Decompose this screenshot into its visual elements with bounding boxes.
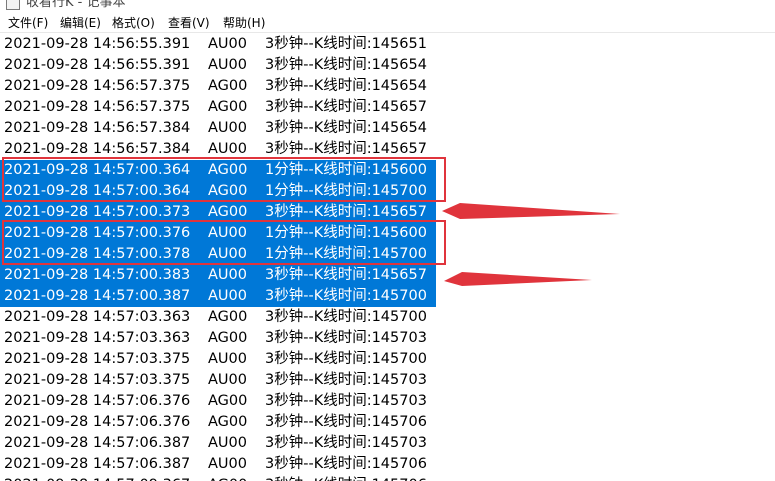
line-date: 2021-09-28 14:57:00.387 — [4, 288, 191, 304]
line-date: 2021-09-28 14:57:06.387 — [4, 456, 191, 472]
text-line[interactable]: 2021-09-28 14:57:03.363 AG00 3秒钟--K线时间:145… — [0, 328, 775, 349]
line-message: 3秒钟--K线时间:145654 — [265, 57, 427, 73]
line-symbol: AU00 — [208, 435, 247, 451]
text-line[interactable]: 2021-09-28 14:57:03.363 AG00 3秒钟--K线时间:145… — [0, 307, 775, 328]
line-message: 3秒钟--K线时间:145706 — [265, 414, 427, 430]
text-line[interactable]: 2021-09-28 14:57:06.387 AU00 3秒钟--K线时间:145… — [0, 454, 775, 475]
text-line[interactable]: 2021-09-28 14:57:06.376 AG00 3秒钟--K线时间:145… — [0, 412, 775, 433]
line-message: 3秒钟--K线时间:145700 — [265, 309, 427, 325]
line-date: 2021-09-28 14:56:57.384 — [4, 120, 191, 136]
line-symbol: AU00 — [208, 372, 247, 388]
text-line[interactable]: 2021-09-28 14:57:06.376 AG00 3秒钟--K线时间:145… — [0, 391, 775, 412]
line-symbol: AU00 — [208, 456, 247, 472]
text-line[interactable]: 2021-09-28 14:57:00.364 AG00 1分钟--K线时间:145… — [0, 181, 436, 202]
line-message: 3秒钟--K线时间:145706 — [265, 475, 427, 481]
line-symbol: AG00 — [208, 204, 248, 220]
line-date: 2021-09-28 14:57:06.387 — [4, 435, 191, 451]
line-symbol: AU00 — [208, 246, 247, 262]
text-line[interactable]: 2021-09-28 14:57:03.375 AU00 3秒钟--K线时间:145… — [0, 370, 775, 391]
line-date: 2021-09-28 14:57:00.364 — [4, 183, 191, 199]
line-symbol: AU00 — [208, 120, 247, 136]
line-message: 3秒钟--K线时间:145654 — [265, 78, 427, 94]
line-date: 2021-09-28 14:56:57.384 — [4, 141, 191, 157]
text-line[interactable]: 2021-09-28 14:57:00.378 AU00 1分钟--K线时间:145… — [0, 244, 436, 265]
text-line[interactable]: 2021-09-28 14:56:57.375 AG00 3秒钟--K线时间:145… — [0, 76, 775, 97]
line-message: 3秒钟--K线时间:145654 — [265, 120, 427, 136]
line-message: 3秒钟--K线时间:145657 — [265, 99, 427, 115]
menu-format[interactable]: 格式(O) — [112, 14, 155, 31]
line-date: 2021-09-28 14:56:57.375 — [4, 78, 191, 94]
line-message: 3秒钟--K线时间:145703 — [265, 393, 427, 409]
line-date: 2021-09-28 14:57:00.373 — [4, 204, 191, 220]
line-date: 2021-09-28 14:57:00.364 — [4, 162, 191, 178]
line-date: 2021-09-28 14:56:55.391 — [4, 57, 191, 73]
line-message: 1分钟--K线时间:145600 — [265, 225, 427, 241]
line-symbol: AG00 — [208, 78, 248, 94]
menu-help[interactable]: 帮助(H) — [223, 14, 265, 31]
line-message: 3秒钟--K线时间:145703 — [265, 330, 427, 346]
title-bar: 收看行K - 记事本 — [0, 0, 775, 11]
text-line[interactable]: 2021-09-28 14:57:06.387 AU00 3秒钟--K线时间:145… — [0, 433, 775, 454]
line-message: 3秒钟--K线时间:145651 — [265, 36, 427, 52]
text-line[interactable]: 2021-09-28 14:57:00.383 AU00 3秒钟--K线时间:145… — [0, 265, 436, 286]
line-symbol: AG00 — [208, 393, 248, 409]
line-message: 1分钟--K线时间:145600 — [265, 162, 427, 178]
line-symbol: AG00 — [208, 330, 248, 346]
menu-view[interactable]: 查看(V) — [168, 14, 210, 31]
line-date: 2021-09-28 14:57:03.375 — [4, 372, 191, 388]
window-title: 收看行K - 记事本 — [26, 0, 126, 10]
text-line[interactable]: 2021-09-28 14:56:57.375 AG00 3秒钟--K线时间:145… — [0, 97, 775, 118]
line-symbol: AG00 — [208, 414, 248, 430]
line-message: 1分钟--K线时间:145700 — [265, 246, 427, 262]
line-message: 1分钟--K线时间:145700 — [265, 183, 427, 199]
line-symbol: AG00 — [208, 99, 248, 115]
line-message: 3秒钟--K线时间:145657 — [265, 267, 427, 283]
line-symbol: AU00 — [208, 57, 247, 73]
line-date: 2021-09-28 14:57:06.376 — [4, 393, 191, 409]
line-message: 3秒钟--K线时间:145703 — [265, 372, 427, 388]
text-line[interactable]: 2021-09-28 14:56:55.391 AU00 3秒钟--K线时间:145… — [0, 34, 775, 55]
line-symbol: AU00 — [208, 225, 247, 241]
line-date: 2021-09-28 14:57:00.383 — [4, 267, 191, 283]
text-line[interactable]: 2021-09-28 14:56:57.384 AU00 3秒钟--K线时间:145… — [0, 139, 775, 160]
line-symbol: AU00 — [208, 288, 247, 304]
line-symbol: AU00 — [208, 351, 247, 367]
line-date: 2021-09-28 14:57:00.378 — [4, 246, 191, 262]
line-symbol: AG00 — [208, 183, 248, 199]
text-line[interactable]: 2021-09-28 14:56:55.391 AU00 3秒钟--K线时间:145… — [0, 55, 775, 76]
menu-file[interactable]: 文件(F) — [8, 14, 48, 31]
text-line[interactable]: 2021-09-28 14:57:09.367 AG00 3秒钟--K线时间:145… — [0, 475, 775, 481]
line-message: 3秒钟--K线时间:145700 — [265, 351, 427, 367]
text-editor[interactable]: 2021-09-28 14:56:55.391 AU00 3秒钟--K线时间:145… — [0, 34, 775, 481]
notepad-icon — [6, 0, 20, 10]
line-symbol: AU00 — [208, 267, 247, 283]
line-symbol: AU00 — [208, 141, 247, 157]
line-symbol: AG00 — [208, 475, 247, 481]
menu-edit[interactable]: 编辑(E) — [60, 14, 101, 31]
line-date: 2021-09-28 14:57:03.375 — [4, 351, 191, 367]
line-message: 3秒钟--K线时间:145657 — [265, 141, 427, 157]
menu-bar: 文件(F) 编辑(E) 格式(O) 查看(V) 帮助(H) — [0, 11, 775, 33]
text-line[interactable]: 2021-09-28 14:57:00.364 AG00 1分钟--K线时间:145… — [0, 160, 436, 181]
line-symbol: AU00 — [208, 36, 247, 52]
text-line[interactable]: 2021-09-28 14:57:00.376 AU00 1分钟--K线时间:145… — [0, 223, 436, 244]
line-symbol: AG00 — [208, 162, 248, 178]
line-message: 3秒钟--K线时间:145657 — [265, 204, 427, 220]
line-date: 2021-09-28 14:57:09.367 — [4, 475, 190, 481]
text-line[interactable]: 2021-09-28 14:57:00.373 AG00 3秒钟--K线时间:145… — [0, 202, 436, 223]
line-date: 2021-09-28 14:57:03.363 — [4, 309, 191, 325]
text-line[interactable]: 2021-09-28 14:57:00.387 AU00 3秒钟--K线时间:145… — [0, 286, 436, 307]
line-date: 2021-09-28 14:56:55.391 — [4, 36, 191, 52]
line-date: 2021-09-28 14:57:00.376 — [4, 225, 191, 241]
line-date: 2021-09-28 14:57:06.376 — [4, 414, 191, 430]
line-message: 3秒钟--K线时间:145700 — [265, 288, 427, 304]
line-date: 2021-09-28 14:57:03.363 — [4, 330, 191, 346]
text-line[interactable]: 2021-09-28 14:56:57.384 AU00 3秒钟--K线时间:145… — [0, 118, 775, 139]
line-date: 2021-09-28 14:56:57.375 — [4, 99, 191, 115]
line-message: 3秒钟--K线时间:145703 — [265, 435, 427, 451]
line-symbol: AG00 — [208, 309, 248, 325]
text-line[interactable]: 2021-09-28 14:57:03.375 AU00 3秒钟--K线时间:145… — [0, 349, 775, 370]
line-message: 3秒钟--K线时间:145706 — [265, 456, 427, 472]
